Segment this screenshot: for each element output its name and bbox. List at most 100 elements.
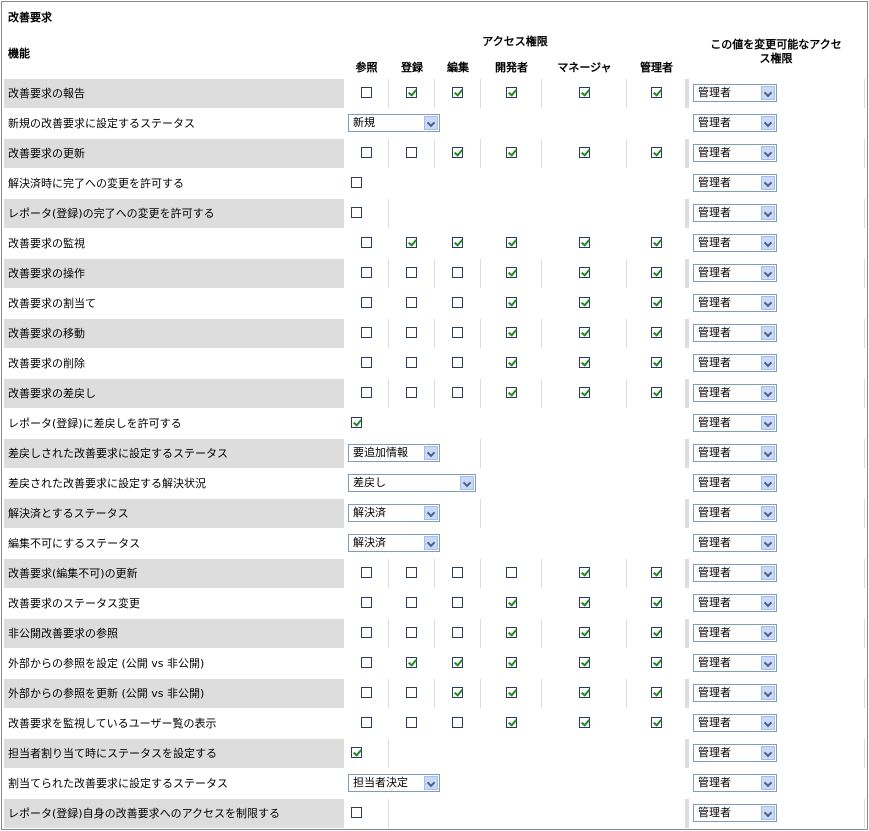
role-checkbox[interactable]	[406, 357, 417, 368]
resolution-select[interactable]: 差戻し	[348, 474, 476, 492]
role-checkbox[interactable]	[651, 597, 662, 608]
change-threshold-select[interactable]: 管理者	[693, 384, 777, 402]
role-checkbox[interactable]	[361, 87, 372, 98]
role-checkbox[interactable]	[579, 237, 590, 248]
role-checkbox[interactable]	[579, 657, 590, 668]
role-checkbox[interactable]	[452, 657, 463, 668]
change-threshold-select[interactable]: 管理者	[693, 114, 777, 132]
role-checkbox[interactable]	[506, 237, 517, 248]
role-checkbox[interactable]	[579, 567, 590, 578]
status-select[interactable]: 要追加情報	[348, 444, 440, 462]
role-checkbox[interactable]	[406, 717, 417, 728]
role-checkbox[interactable]	[651, 147, 662, 158]
permission-checkbox[interactable]	[351, 207, 362, 218]
role-checkbox[interactable]	[361, 297, 372, 308]
role-checkbox[interactable]	[506, 657, 517, 668]
change-threshold-select[interactable]: 管理者	[693, 144, 777, 162]
role-checkbox[interactable]	[506, 387, 517, 398]
role-checkbox[interactable]	[579, 687, 590, 698]
change-threshold-select[interactable]: 管理者	[693, 354, 777, 372]
role-checkbox[interactable]	[651, 657, 662, 668]
role-checkbox[interactable]	[651, 687, 662, 698]
role-checkbox[interactable]	[579, 357, 590, 368]
role-checkbox[interactable]	[452, 237, 463, 248]
role-checkbox[interactable]	[406, 267, 417, 278]
change-threshold-select[interactable]: 管理者	[693, 594, 777, 612]
change-threshold-select[interactable]: 管理者	[693, 264, 777, 282]
role-checkbox[interactable]	[506, 147, 517, 158]
role-checkbox[interactable]	[452, 147, 463, 158]
role-checkbox[interactable]	[361, 357, 372, 368]
role-checkbox[interactable]	[506, 267, 517, 278]
role-checkbox[interactable]	[506, 687, 517, 698]
role-checkbox[interactable]	[361, 327, 372, 338]
change-threshold-select[interactable]: 管理者	[693, 324, 777, 342]
role-checkbox[interactable]	[452, 567, 463, 578]
role-checkbox[interactable]	[452, 267, 463, 278]
role-checkbox[interactable]	[406, 87, 417, 98]
role-checkbox[interactable]	[651, 387, 662, 398]
role-checkbox[interactable]	[406, 687, 417, 698]
role-checkbox[interactable]	[651, 357, 662, 368]
role-checkbox[interactable]	[452, 717, 463, 728]
role-checkbox[interactable]	[361, 267, 372, 278]
change-threshold-select[interactable]: 管理者	[693, 684, 777, 702]
status-select[interactable]: 解決済	[348, 504, 440, 522]
role-checkbox[interactable]	[361, 627, 372, 638]
role-checkbox[interactable]	[506, 567, 517, 578]
change-threshold-select[interactable]: 管理者	[693, 174, 777, 192]
role-checkbox[interactable]	[361, 237, 372, 248]
status-select[interactable]: 解決済	[348, 534, 440, 552]
change-threshold-select[interactable]: 管理者	[693, 654, 777, 672]
permission-checkbox[interactable]	[351, 417, 362, 428]
role-checkbox[interactable]	[651, 237, 662, 248]
permission-checkbox[interactable]	[351, 177, 362, 188]
role-checkbox[interactable]	[361, 387, 372, 398]
role-checkbox[interactable]	[452, 87, 463, 98]
role-checkbox[interactable]	[406, 627, 417, 638]
role-checkbox[interactable]	[452, 327, 463, 338]
permission-checkbox[interactable]	[351, 807, 362, 818]
role-checkbox[interactable]	[361, 147, 372, 158]
role-checkbox[interactable]	[506, 627, 517, 638]
role-checkbox[interactable]	[651, 87, 662, 98]
role-checkbox[interactable]	[406, 387, 417, 398]
role-checkbox[interactable]	[361, 687, 372, 698]
role-checkbox[interactable]	[506, 87, 517, 98]
status-select[interactable]: 担当者決定	[348, 774, 440, 792]
role-checkbox[interactable]	[361, 597, 372, 608]
change-threshold-select[interactable]: 管理者	[693, 84, 777, 102]
role-checkbox[interactable]	[579, 597, 590, 608]
role-checkbox[interactable]	[406, 237, 417, 248]
role-checkbox[interactable]	[579, 147, 590, 158]
change-threshold-select[interactable]: 管理者	[693, 414, 777, 432]
role-checkbox[interactable]	[506, 357, 517, 368]
role-checkbox[interactable]	[406, 597, 417, 608]
role-checkbox[interactable]	[406, 147, 417, 158]
change-threshold-select[interactable]: 管理者	[693, 774, 777, 792]
role-checkbox[interactable]	[452, 297, 463, 308]
role-checkbox[interactable]	[579, 627, 590, 638]
change-threshold-select[interactable]: 管理者	[693, 474, 777, 492]
role-checkbox[interactable]	[452, 627, 463, 638]
role-checkbox[interactable]	[651, 327, 662, 338]
role-checkbox[interactable]	[406, 297, 417, 308]
role-checkbox[interactable]	[651, 717, 662, 728]
role-checkbox[interactable]	[452, 357, 463, 368]
change-threshold-select[interactable]: 管理者	[693, 234, 777, 252]
change-threshold-select[interactable]: 管理者	[693, 534, 777, 552]
change-threshold-select[interactable]: 管理者	[693, 624, 777, 642]
role-checkbox[interactable]	[506, 717, 517, 728]
role-checkbox[interactable]	[651, 627, 662, 638]
role-checkbox[interactable]	[452, 687, 463, 698]
change-threshold-select[interactable]: 管理者	[693, 804, 777, 822]
role-checkbox[interactable]	[361, 717, 372, 728]
role-checkbox[interactable]	[506, 327, 517, 338]
role-checkbox[interactable]	[579, 297, 590, 308]
change-threshold-select[interactable]: 管理者	[693, 294, 777, 312]
role-checkbox[interactable]	[406, 567, 417, 578]
role-checkbox[interactable]	[651, 567, 662, 578]
role-checkbox[interactable]	[506, 297, 517, 308]
role-checkbox[interactable]	[361, 657, 372, 668]
role-checkbox[interactable]	[406, 327, 417, 338]
